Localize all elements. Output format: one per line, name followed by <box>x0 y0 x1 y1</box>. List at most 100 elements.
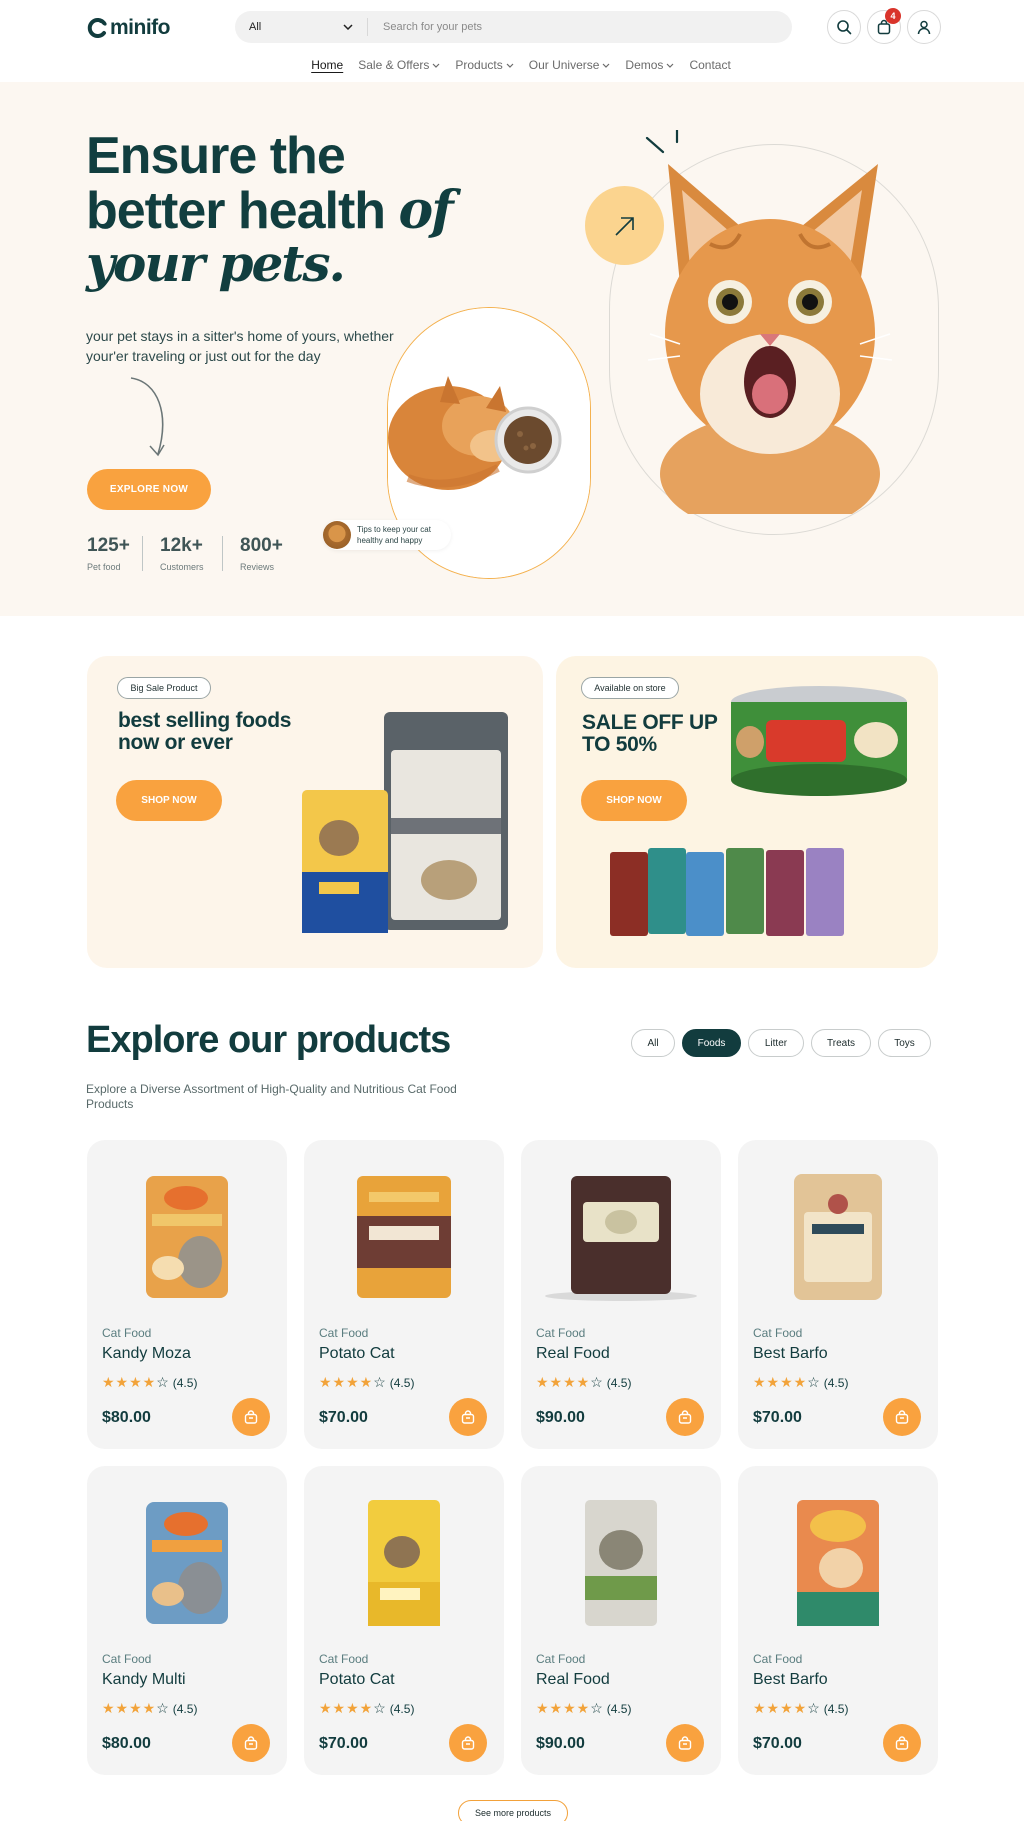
product-price: $80.00 <box>102 1735 151 1752</box>
product-category: Cat Food <box>536 1652 586 1666</box>
promo-title-line2: TO 50% <box>582 733 657 756</box>
lola-go-bag-image <box>797 1500 879 1626</box>
kandy-pouch-image <box>146 1176 228 1298</box>
shopping-bag-icon <box>678 1410 692 1424</box>
search-category-value: All <box>249 21 262 33</box>
best-barf-pouch-image <box>794 1174 882 1300</box>
hero-title-italic-word: of <box>398 180 454 241</box>
product-card[interactable]: Cat Food Potato Cat ★★★★☆ (4.5) $70.00 <box>304 1466 504 1775</box>
product-price: $90.00 <box>536 1735 585 1752</box>
logo[interactable]: minifo <box>86 16 171 40</box>
product-name[interactable]: Best Barfo <box>753 1345 828 1363</box>
product-name[interactable]: Best Barfo <box>753 1671 828 1689</box>
cart-button[interactable]: 4 <box>867 8 901 44</box>
chevron-down-icon <box>667 63 674 68</box>
stat-label: Customers <box>160 562 204 572</box>
add-to-cart-button[interactable] <box>666 1724 704 1762</box>
product-price: $70.00 <box>753 1409 802 1426</box>
product-name[interactable]: Kandy Moza <box>102 1345 191 1363</box>
add-to-cart-button[interactable] <box>232 1398 270 1436</box>
chevron-down-icon <box>343 24 353 30</box>
filter-toys[interactable]: Toys <box>878 1029 931 1057</box>
product-name[interactable]: Potato Cat <box>319 1345 395 1363</box>
product-card[interactable]: Cat Food Potato Cat ★★★★☆ (4.5) $70.00 <box>304 1140 504 1449</box>
nav-item-home[interactable]: Home <box>311 58 343 72</box>
product-card[interactable]: Cat Food Best Barfo ★★★★☆ (4.5) $70.00 <box>738 1466 938 1775</box>
product-rating: ★★★★☆ (4.5) <box>102 1374 197 1391</box>
kandy-multi-pouch-image <box>146 1502 228 1624</box>
nav-label: Home <box>311 58 344 72</box>
account-button[interactable] <box>907 10 941 44</box>
add-to-cart-button[interactable] <box>883 1398 921 1436</box>
promo-card-sale-off: Available on store SALE OFF UP TO 50% SH… <box>556 656 938 968</box>
star-rating-icon: ★★★★☆ <box>102 1700 170 1716</box>
product-name[interactable]: Potato Cat <box>319 1671 395 1689</box>
section-title: Explore our products <box>86 1019 451 1061</box>
tip-text: Tips to keep your cat healthy and happy <box>357 525 431 545</box>
divider <box>142 536 143 571</box>
logo-text: minifo <box>110 16 171 39</box>
product-rating: ★★★★☆ (4.5) <box>319 1374 414 1391</box>
nav-label: Sale & Offers <box>358 58 430 72</box>
rating-value: (4.5) <box>172 1375 198 1390</box>
main-nav: Home Sale & Offers Products Our Universe… <box>0 58 1024 72</box>
nav-item-products[interactable]: Products <box>455 58 514 72</box>
product-image <box>521 1162 721 1312</box>
product-price: $90.00 <box>536 1409 585 1426</box>
see-more-products-button[interactable]: See more products <box>458 1800 568 1821</box>
product-name[interactable]: Kandy Multi <box>102 1671 186 1689</box>
add-to-cart-button[interactable] <box>666 1398 704 1436</box>
nav-item-sale-offers[interactable]: Sale & Offers <box>358 58 440 72</box>
product-card[interactable]: Cat Food Real Food ★★★★☆ (4.5) $90.00 <box>521 1140 721 1449</box>
nav-item-contact[interactable]: Contact <box>689 58 730 72</box>
shop-now-button[interactable]: SHOP NOW <box>116 780 222 821</box>
filter-all[interactable]: All <box>631 1029 675 1057</box>
search-button[interactable] <box>827 10 861 44</box>
stat-pet-food: 125+ Pet food <box>87 535 130 572</box>
pork-potato-bag-image <box>357 1176 451 1298</box>
filter-treats[interactable]: Treats <box>811 1029 871 1057</box>
filter-litter[interactable]: Litter <box>748 1029 804 1057</box>
product-card[interactable]: Cat Food Best Barfo ★★★★☆ (4.5) $70.00 <box>738 1140 938 1449</box>
search-input[interactable] <box>368 21 792 33</box>
arrow-up-right-icon <box>614 216 634 236</box>
filter-foods[interactable]: Foods <box>682 1029 741 1057</box>
product-rating: ★★★★☆ (4.5) <box>319 1700 414 1717</box>
add-to-cart-button[interactable] <box>883 1724 921 1762</box>
curved-arrow-icon <box>130 377 165 457</box>
nav-label: Demos <box>625 58 664 72</box>
product-rating: ★★★★☆ (4.5) <box>753 1374 848 1391</box>
add-to-cart-button[interactable] <box>449 1398 487 1436</box>
rating-value: (4.5) <box>389 1375 415 1390</box>
surprised-cat-photo <box>647 164 893 514</box>
shopping-bag-icon <box>244 1736 258 1750</box>
stat-value: 12k+ <box>160 535 203 556</box>
product-category: Cat Food <box>102 1326 152 1340</box>
rating-value: (4.5) <box>606 1701 632 1716</box>
explore-now-button[interactable]: EXPLORE NOW <box>87 469 211 510</box>
product-card[interactable]: Cat Food Kandy Moza ★★★★☆ (4.5) $80.00 <box>87 1140 287 1449</box>
tip-chip[interactable]: Tips to keep your cat healthy and happy <box>323 520 451 550</box>
promo-title: SALE OFF UP TO 50% <box>582 712 718 756</box>
add-to-cart-button[interactable] <box>449 1724 487 1762</box>
nav-item-our-universe[interactable]: Our Universe <box>529 58 611 72</box>
product-name[interactable]: Real Food <box>536 1345 610 1363</box>
product-image <box>521 1488 721 1638</box>
search-category-select[interactable]: All <box>235 18 368 36</box>
product-card[interactable]: Cat Food Kandy Multi ★★★★☆ (4.5) $80.00 <box>87 1466 287 1775</box>
product-image <box>304 1162 504 1312</box>
divider <box>222 536 223 571</box>
shop-now-button[interactable]: SHOP NOW <box>581 780 687 821</box>
product-image <box>304 1488 504 1638</box>
product-card[interactable]: Cat Food Real Food ★★★★☆ (4.5) $90.00 <box>521 1466 721 1775</box>
product-name[interactable]: Real Food <box>536 1671 610 1689</box>
product-category: Cat Food <box>319 1326 369 1340</box>
product-price: $70.00 <box>753 1735 802 1752</box>
product-image <box>738 1162 938 1312</box>
hero-title-line3: your pets. <box>86 234 346 293</box>
product-rating: ★★★★☆ (4.5) <box>536 1700 631 1717</box>
rating-value: (4.5) <box>389 1701 415 1716</box>
arrow-circle-button[interactable] <box>585 186 664 265</box>
add-to-cart-button[interactable] <box>232 1724 270 1762</box>
nav-item-demos[interactable]: Demos <box>625 58 674 72</box>
